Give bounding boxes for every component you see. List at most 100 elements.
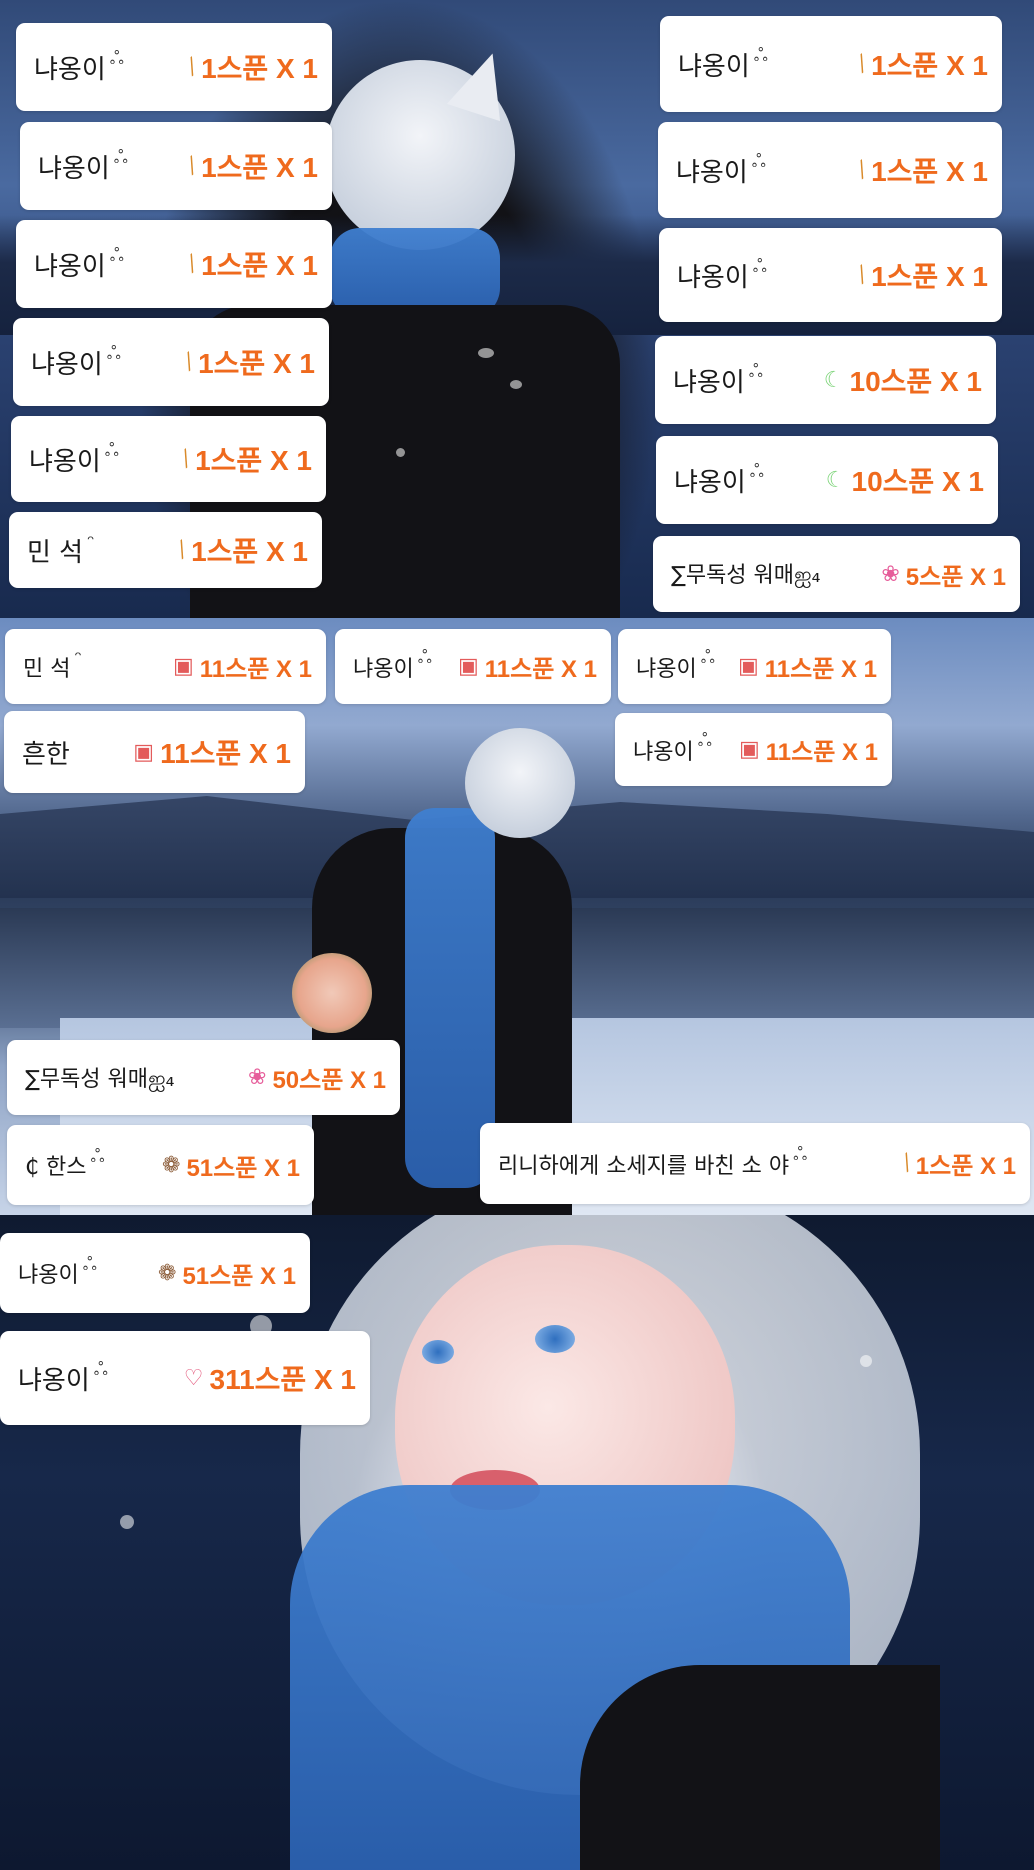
gift-card: 냐옹이 ஃ ⁄ 1스푼 X 1 — [658, 122, 1002, 218]
sender-name-text: 민 석 — [23, 656, 71, 682]
cake-icon: ▣ — [133, 739, 155, 765]
sender-mark: ஃ — [93, 1358, 108, 1380]
sender-name-text: 냐옹이 — [29, 446, 101, 477]
gift-amount: ⁄ 1스푼 X 1 — [855, 44, 988, 84]
gift-card: 민 석 ᵔ ⁄ 1스푼 X 1 — [9, 512, 322, 588]
gift-amount-text: 1스푼 X 1 — [195, 445, 312, 476]
gift-card: 냐옹이 ஃ ⁄ 1스푼 X 1 — [13, 318, 329, 406]
sender-mark: ஃ — [748, 360, 763, 382]
sender-mark: ஃ — [417, 647, 432, 668]
sender-mark: ஃ — [82, 1253, 97, 1275]
gift-amount: ⁄ 1스푼 X 1 — [185, 146, 318, 186]
sender-name-text: 냐옹이 — [678, 51, 750, 82]
gift-amount: ♡ 311스푼 X 1 — [184, 1358, 356, 1398]
gift-amount: ⁄ 1스푼 X 1 — [899, 1146, 1016, 1181]
sender-name-text: 흔한 — [22, 739, 70, 770]
gift-amount-text: 1스푼 X 1 — [871, 261, 988, 292]
snow-flake — [510, 380, 522, 389]
sender-name: 냐옹이 ஃ — [676, 151, 766, 189]
gift-amount: ⁄ 1스푼 X 1 — [855, 150, 988, 190]
cake-icon: ▣ — [172, 654, 194, 679]
sender-name: 냐옹이 ஃ — [633, 730, 712, 766]
gift-card: 냐옹이 ஃ ⁄ 1스푼 X 1 — [20, 122, 332, 210]
churro-icon: ⁄ — [899, 1152, 917, 1175]
hair — [465, 728, 575, 838]
sender-name: 냐옹이 ஃ — [353, 647, 432, 683]
gift-amount: ⁄ 1스푼 X 1 — [185, 244, 318, 284]
sender-mark: ஃ — [109, 244, 124, 266]
gift-amount: ☾ 10스푼 X 1 — [824, 360, 982, 400]
gift-amount-text: 10스푼 X 1 — [851, 466, 984, 497]
gift-card: 냐옹이 ஃ ▣ 11스푼 X 1 — [335, 629, 611, 704]
gift-amount-text: 1스푼 X 1 — [871, 156, 988, 187]
sender-name-text: 냐옹이 — [34, 251, 106, 282]
churro-icon: ⁄ — [178, 447, 196, 471]
sender-name-text: ₵ 한스 — [25, 1155, 87, 1180]
gift-card: ∑무독성 워매ஐ₄ ❀ 5스푼 X 1 — [653, 536, 1020, 612]
gift-amount-text: 10스푼 X 1 — [849, 366, 982, 397]
sender-name-text: ∑무독성 워매ஐ₄ — [25, 1066, 175, 1092]
gift-amount-text: 50스푼 X 1 — [272, 1067, 386, 1094]
sender-mark: ஃ — [753, 44, 768, 66]
sender-name: ₵ 한스 ஃ — [25, 1146, 105, 1181]
sender-mark: ᵔ — [87, 531, 95, 553]
gift-amount: ⁄ 1스푼 X 1 — [855, 255, 988, 295]
churro-icon: ⁄ — [181, 350, 199, 374]
churro-icon: ⁄ — [174, 538, 192, 562]
gift-card: 민 석 ᵔ ▣ 11스푼 X 1 — [5, 629, 326, 704]
sender-name-text: 냐옹이 — [674, 467, 746, 498]
coat — [580, 1665, 940, 1870]
moon-icon: ☾ — [825, 467, 846, 493]
gift-card: 리니하에게 소세지를 바친 소 야 ஃ ⁄ 1스푼 X 1 — [480, 1123, 1030, 1204]
sender-mark: ஃ — [793, 1144, 808, 1165]
gift-amount-text: 5스푼 X 1 — [905, 563, 1006, 591]
gift-amount: ⁄ 1스푼 X 1 — [179, 439, 312, 479]
gift-amount: ▣ 11스푼 X 1 — [458, 649, 597, 684]
gift-amount: ▣ 11스푼 X 1 — [739, 732, 878, 767]
sender-name: 냐옹이 ஃ — [31, 343, 121, 381]
gift-amount-text: 51스푼 X 1 — [182, 1262, 296, 1290]
sender-name-text: 냐옹이 — [353, 656, 414, 682]
sender-name: 냐옹이 ஃ — [18, 1358, 108, 1397]
gift-amount-text: 1스푼 X 1 — [871, 50, 988, 81]
sender-name: ∑무독성 워매ஐ₄ — [671, 557, 825, 591]
bear-icon: ❁ — [162, 1152, 181, 1178]
gift-amount-text: 51스푼 X 1 — [186, 1154, 300, 1182]
sender-name: 냐옹이 ஃ — [34, 48, 124, 86]
sender-mark: ஃ — [113, 146, 128, 168]
gift-amount: ❀ 50스푼 X 1 — [248, 1060, 386, 1095]
sender-name: 냐옹이 ஃ — [18, 1253, 97, 1289]
gift-amount-text: 11스푼 X 1 — [484, 656, 597, 683]
churro-icon: ⁄ — [854, 158, 872, 182]
moon-icon: ☾ — [823, 367, 844, 393]
gift-amount-text: 11스푼 X 1 — [764, 656, 877, 683]
sender-mark: ஃ — [700, 647, 715, 668]
sender-mark: ஃ — [749, 460, 764, 482]
sender-name-text: 냐옹이 — [633, 739, 694, 765]
gift-card: 냐옹이 ஃ ⁄ 1스푼 X 1 — [16, 220, 332, 308]
gift-amount-text: 1스푼 X 1 — [191, 536, 308, 567]
gift-amount-text: 1스푼 X 1 — [201, 250, 318, 281]
sender-name-text: 냐옹이 — [38, 153, 110, 184]
flower-bouquet — [292, 953, 372, 1033]
sender-name: 리니하에게 소세지를 바친 소 야ஃ — [498, 1144, 807, 1180]
gift-card: 냐옹이 ஃ ▣ 11스푼 X 1 — [615, 713, 892, 786]
gift-amount: ❁ 51스푼 X 1 — [162, 1148, 300, 1183]
sender-name: 흔한 — [22, 734, 74, 771]
sender-name: 냐옹이 ஃ — [673, 360, 763, 399]
sender-name: 냐옹이 ஃ — [678, 44, 768, 83]
sender-name-text: 냐옹이 — [676, 157, 748, 188]
gift-card: 냐옹이 ஃ ⁄ 1스푼 X 1 — [11, 416, 326, 502]
gift-amount-text: 1스푼 X 1 — [198, 348, 315, 379]
snow-flake — [120, 1515, 134, 1529]
gift-card: 냐옹이 ஃ ⁄ 1스푼 X 1 — [660, 16, 1002, 112]
sender-name-text: 냐옹이 — [31, 349, 103, 380]
sender-name-text: 민 석 — [27, 537, 84, 568]
sender-name: 냐옹이 ஃ — [636, 647, 715, 683]
sender-mark: ᵔ — [74, 648, 82, 669]
gift-amount-text: 11스푼 X 1 — [199, 656, 312, 683]
sender-mark: ஃ — [697, 730, 712, 751]
eye-right — [422, 1340, 454, 1364]
gift-card: 냐옹이 ஃ ▣ 11스푼 X 1 — [618, 629, 891, 704]
gift-card: 냐옹이 ஃ ⁄ 1스푼 X 1 — [659, 228, 1002, 322]
